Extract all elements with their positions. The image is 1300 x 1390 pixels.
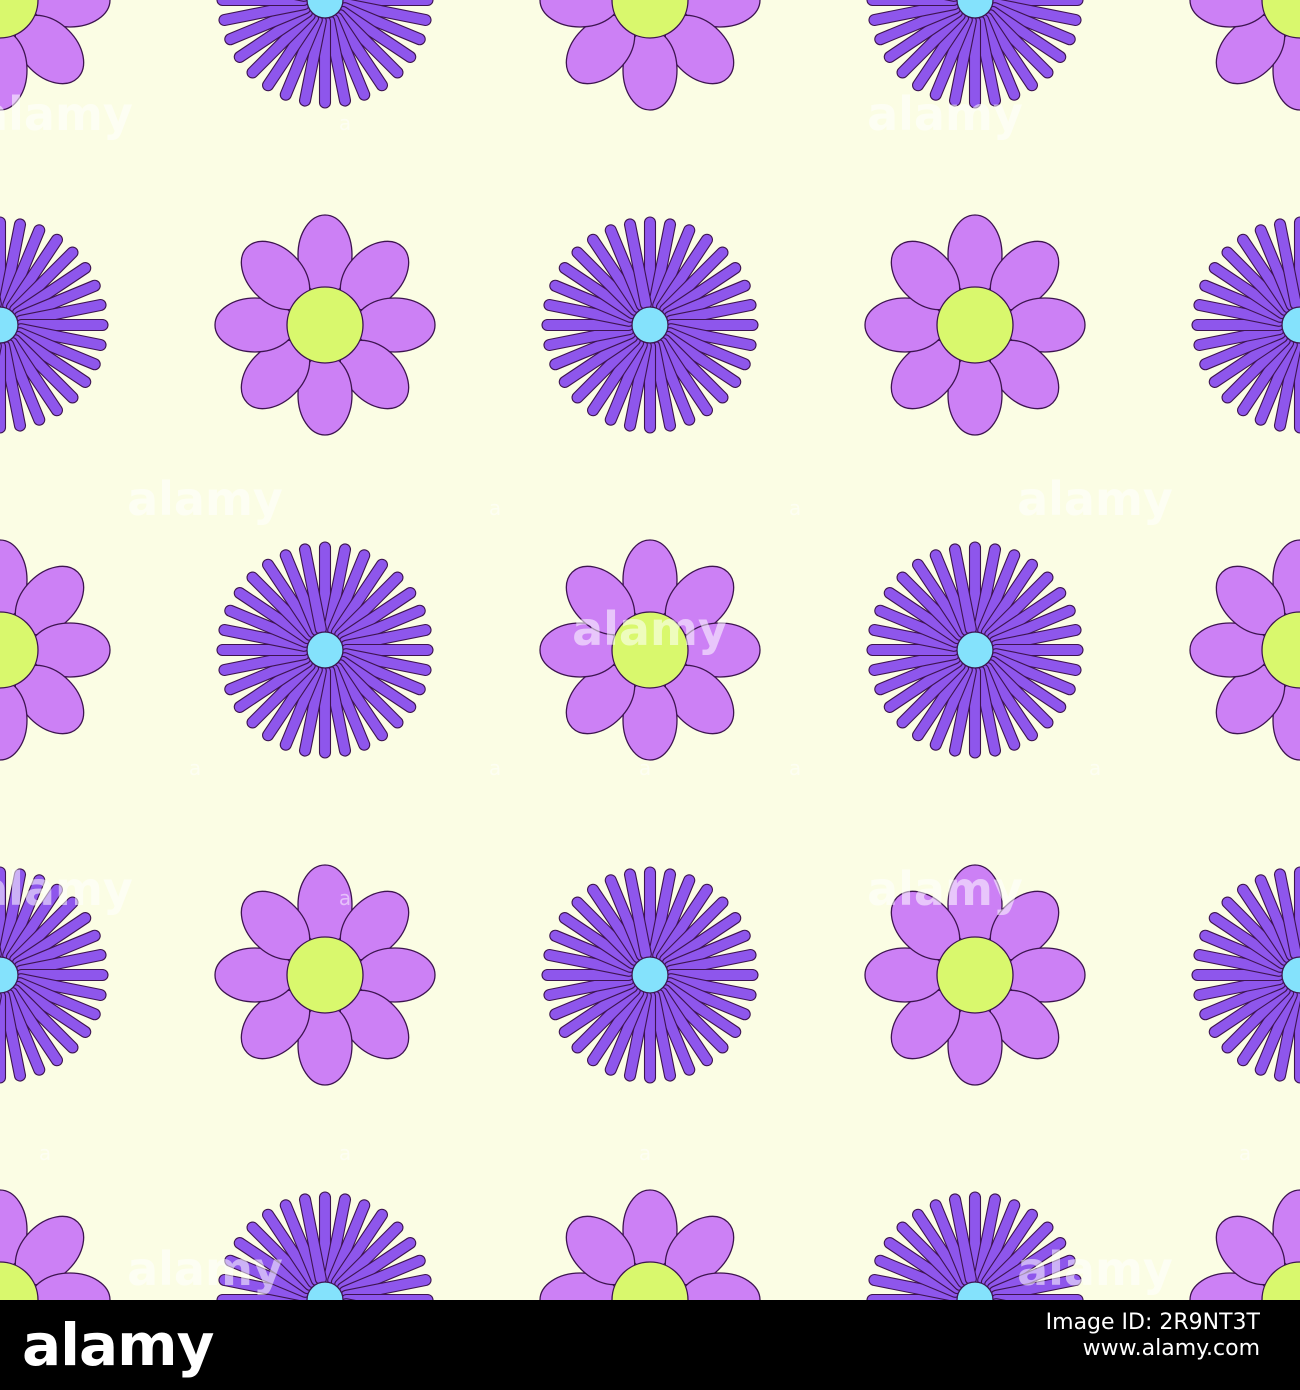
watermark-mark: a	[489, 756, 501, 780]
image-id-label: Image ID: 2R9NT3T	[1045, 1310, 1260, 1335]
watermark-mark: a	[639, 1141, 651, 1165]
watermark-text: alamy	[127, 1242, 283, 1296]
aster-flower	[866, 541, 1084, 759]
aster-flower	[541, 216, 759, 434]
watermark-mark: a	[789, 496, 801, 520]
watermark-mark: a	[339, 886, 351, 910]
aster-flower	[216, 541, 434, 759]
daisy-center	[286, 936, 364, 1014]
daisy-center	[936, 936, 1014, 1014]
image-id-block: Image ID: 2R9NT3T www.alamy.com	[930, 1310, 1260, 1362]
watermark-text: alamy	[572, 602, 728, 656]
watermark-text: alamy	[127, 472, 283, 526]
alamy-logo[interactable]: alamy	[22, 1310, 214, 1380]
floral-pattern: alamy alamy alamy alamy alamy alamy alamy alamy…	[0, 0, 1300, 1300]
stock-image-page: alamyalamyalamyalamyalamyalamyalamyalamy…	[0, 0, 1300, 1390]
watermark-text: alamy	[0, 862, 133, 916]
watermark-text: alamy	[1017, 472, 1173, 526]
watermark-mark: a	[339, 1141, 351, 1165]
watermark-mark: a	[339, 111, 351, 135]
aster-ray	[216, 0, 310, 7]
watermark-text: alamy	[867, 87, 1023, 141]
website-link[interactable]: www.alamy.com	[930, 1336, 1260, 1362]
watermark-text: alamy	[0, 87, 133, 141]
watermark-text: alamy	[1017, 1242, 1173, 1296]
daisy-flower	[214, 864, 436, 1086]
watermark-mark: a	[1239, 1141, 1251, 1165]
aster-ray	[866, 0, 960, 7]
aster-center	[956, 631, 994, 669]
watermark-mark: a	[639, 756, 651, 780]
daisy-flower	[864, 214, 1086, 436]
daisy-center	[936, 286, 1014, 364]
daisy-flower	[214, 214, 436, 436]
aster-ray	[0, 990, 7, 1084]
watermark-mark: a	[189, 756, 201, 780]
watermark-mark: a	[1089, 756, 1101, 780]
aster-center	[306, 631, 344, 669]
aster-flower	[541, 866, 759, 1084]
daisy-center	[286, 286, 364, 364]
watermark-mark: a	[39, 1141, 51, 1165]
footer-bar: alamy Image ID: 2R9NT3T www.alamy.com	[0, 1300, 1300, 1390]
watermark-mark: a	[489, 496, 501, 520]
aster-center	[631, 306, 669, 344]
aster-center	[631, 956, 669, 994]
watermark-mark: a	[789, 756, 801, 780]
watermark-text: alamy	[867, 862, 1023, 916]
aster-ray	[0, 340, 7, 434]
